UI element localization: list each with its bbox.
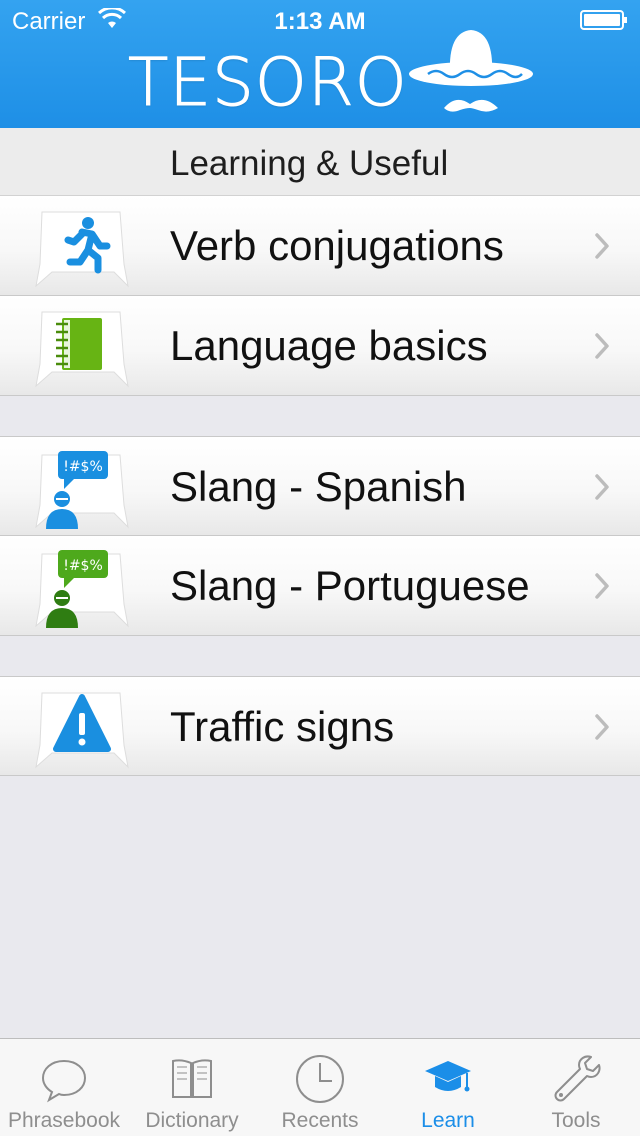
slang-speaker-green-icon: !#$% [35, 550, 129, 628]
tab-tools[interactable]: Tools [512, 1039, 640, 1136]
tab-tools-label: Tools [551, 1109, 601, 1132]
verb-conjugations-row[interactable]: Verb conjugations [0, 196, 640, 296]
tab-bar: Phrasebook Dictionary Recents Learn Tool… [0, 1038, 640, 1136]
slang-portuguese-row[interactable]: !#$% Slang - Portuguese [0, 536, 640, 636]
speech-bubble-icon [41, 1059, 87, 1103]
chevron-right-icon [595, 573, 609, 599]
section-header: Learning & Useful [0, 128, 640, 196]
warning-sign-icon [35, 692, 129, 769]
running-man-icon [35, 211, 129, 288]
app-title: TESORO [128, 44, 408, 122]
notebook-icon [35, 311, 129, 388]
traffic-signs-row[interactable]: Traffic signs [0, 676, 640, 776]
sombrero-icon [409, 30, 533, 112]
chevron-right-icon [595, 333, 609, 359]
verb-conjugations-label: Verb conjugations [170, 222, 504, 269]
language-basics-label: Language basics [170, 322, 488, 369]
status-bar: Carrier 1:13 AM [0, 0, 640, 40]
wrench-icon [554, 1055, 601, 1102]
chevron-right-icon [595, 474, 609, 500]
tab-learn[interactable]: Learn [384, 1039, 512, 1136]
tab-recents-label: Recents [281, 1109, 359, 1132]
tab-dictionary-label: Dictionary [145, 1109, 239, 1132]
language-basics-row[interactable]: Language basics [0, 296, 640, 396]
book-icon [172, 1059, 212, 1098]
battery-icon [580, 10, 627, 30]
slang-portuguese-label: Slang - Portuguese [170, 562, 530, 609]
clock-icon [296, 1055, 344, 1103]
tab-phrasebook-label: Phrasebook [7, 1109, 121, 1132]
tab-dictionary[interactable]: Dictionary [128, 1039, 256, 1136]
slang-spanish-label: Slang - Spanish [170, 463, 467, 510]
slang-portuguese-bubble-text: !#$% [63, 558, 103, 574]
slang-spanish-row[interactable]: !#$% Slang - Spanish [0, 436, 640, 536]
slang-spanish-bubble-text: !#$% [63, 459, 103, 475]
chevron-right-icon [595, 233, 609, 259]
tab-learn-label: Learn [421, 1109, 475, 1132]
chevron-right-icon [595, 714, 609, 740]
section-title: Learning & Useful [170, 144, 449, 183]
traffic-signs-label: Traffic signs [170, 703, 395, 750]
slang-speaker-blue-icon: !#$% [35, 451, 129, 529]
status-time: 1:13 AM [274, 8, 366, 35]
graduation-cap-icon [425, 1061, 471, 1092]
tab-phrasebook[interactable]: Phrasebook [0, 1039, 128, 1136]
app-header: Carrier 1:13 AM TESORO [0, 0, 640, 128]
tab-recents[interactable]: Recents [256, 1039, 384, 1136]
